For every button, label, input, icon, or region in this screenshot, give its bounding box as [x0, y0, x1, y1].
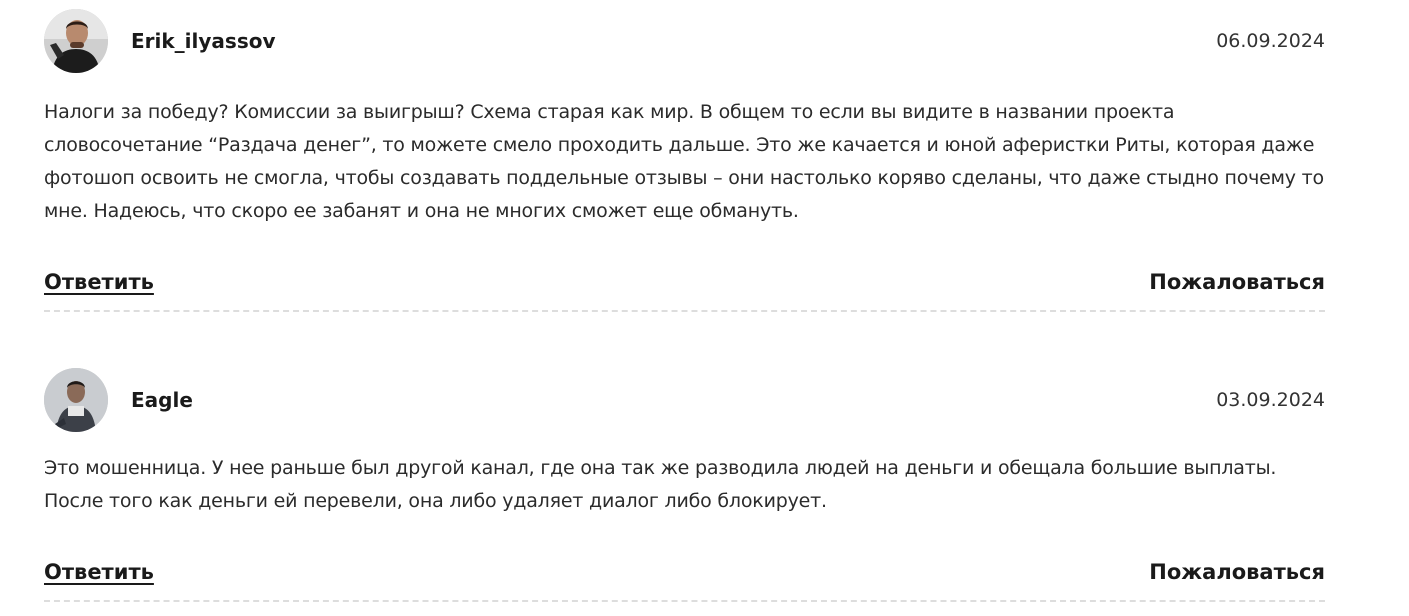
reply-button[interactable]: Ответить [44, 270, 154, 294]
report-button[interactable]: Пожаловаться [1149, 270, 1325, 294]
comment-header: Eagle 03.09.2024 [44, 368, 1325, 432]
comment-author: Eagle [131, 388, 193, 412]
reply-button[interactable]: Ответить [44, 560, 154, 584]
comment-item: Eagle 03.09.2024 Это мошенница. У нее ра… [44, 368, 1325, 602]
comment-actions: Ответить Пожаловаться [44, 270, 1325, 310]
user-avatar-photo-icon [44, 368, 108, 432]
comment-divider [44, 600, 1325, 602]
comment-divider [44, 310, 1325, 312]
comment-date: 03.09.2024 [1216, 389, 1325, 411]
report-button[interactable]: Пожаловаться [1149, 560, 1325, 584]
comment-text: Это мошенница. У нее раньше был другой к… [44, 457, 1277, 512]
comment-actions: Ответить Пожаловаться [44, 560, 1325, 600]
comment-author: Erik_ilyassov [131, 29, 276, 53]
comment-header: Erik_ilyassov 06.09.2024 [44, 9, 1325, 73]
avatar [44, 9, 108, 73]
avatar [44, 368, 108, 432]
comment-item: Erik_ilyassov 06.09.2024 Налоги за побед… [44, 9, 1325, 312]
comments-list: Erik_ilyassov 06.09.2024 Налоги за побед… [44, 0, 1325, 602]
user-avatar-photo-icon [44, 9, 108, 73]
comment-date: 06.09.2024 [1216, 30, 1325, 52]
comment-text: Налоги за победу? Комиссии за выигрыш? С… [44, 101, 1324, 222]
